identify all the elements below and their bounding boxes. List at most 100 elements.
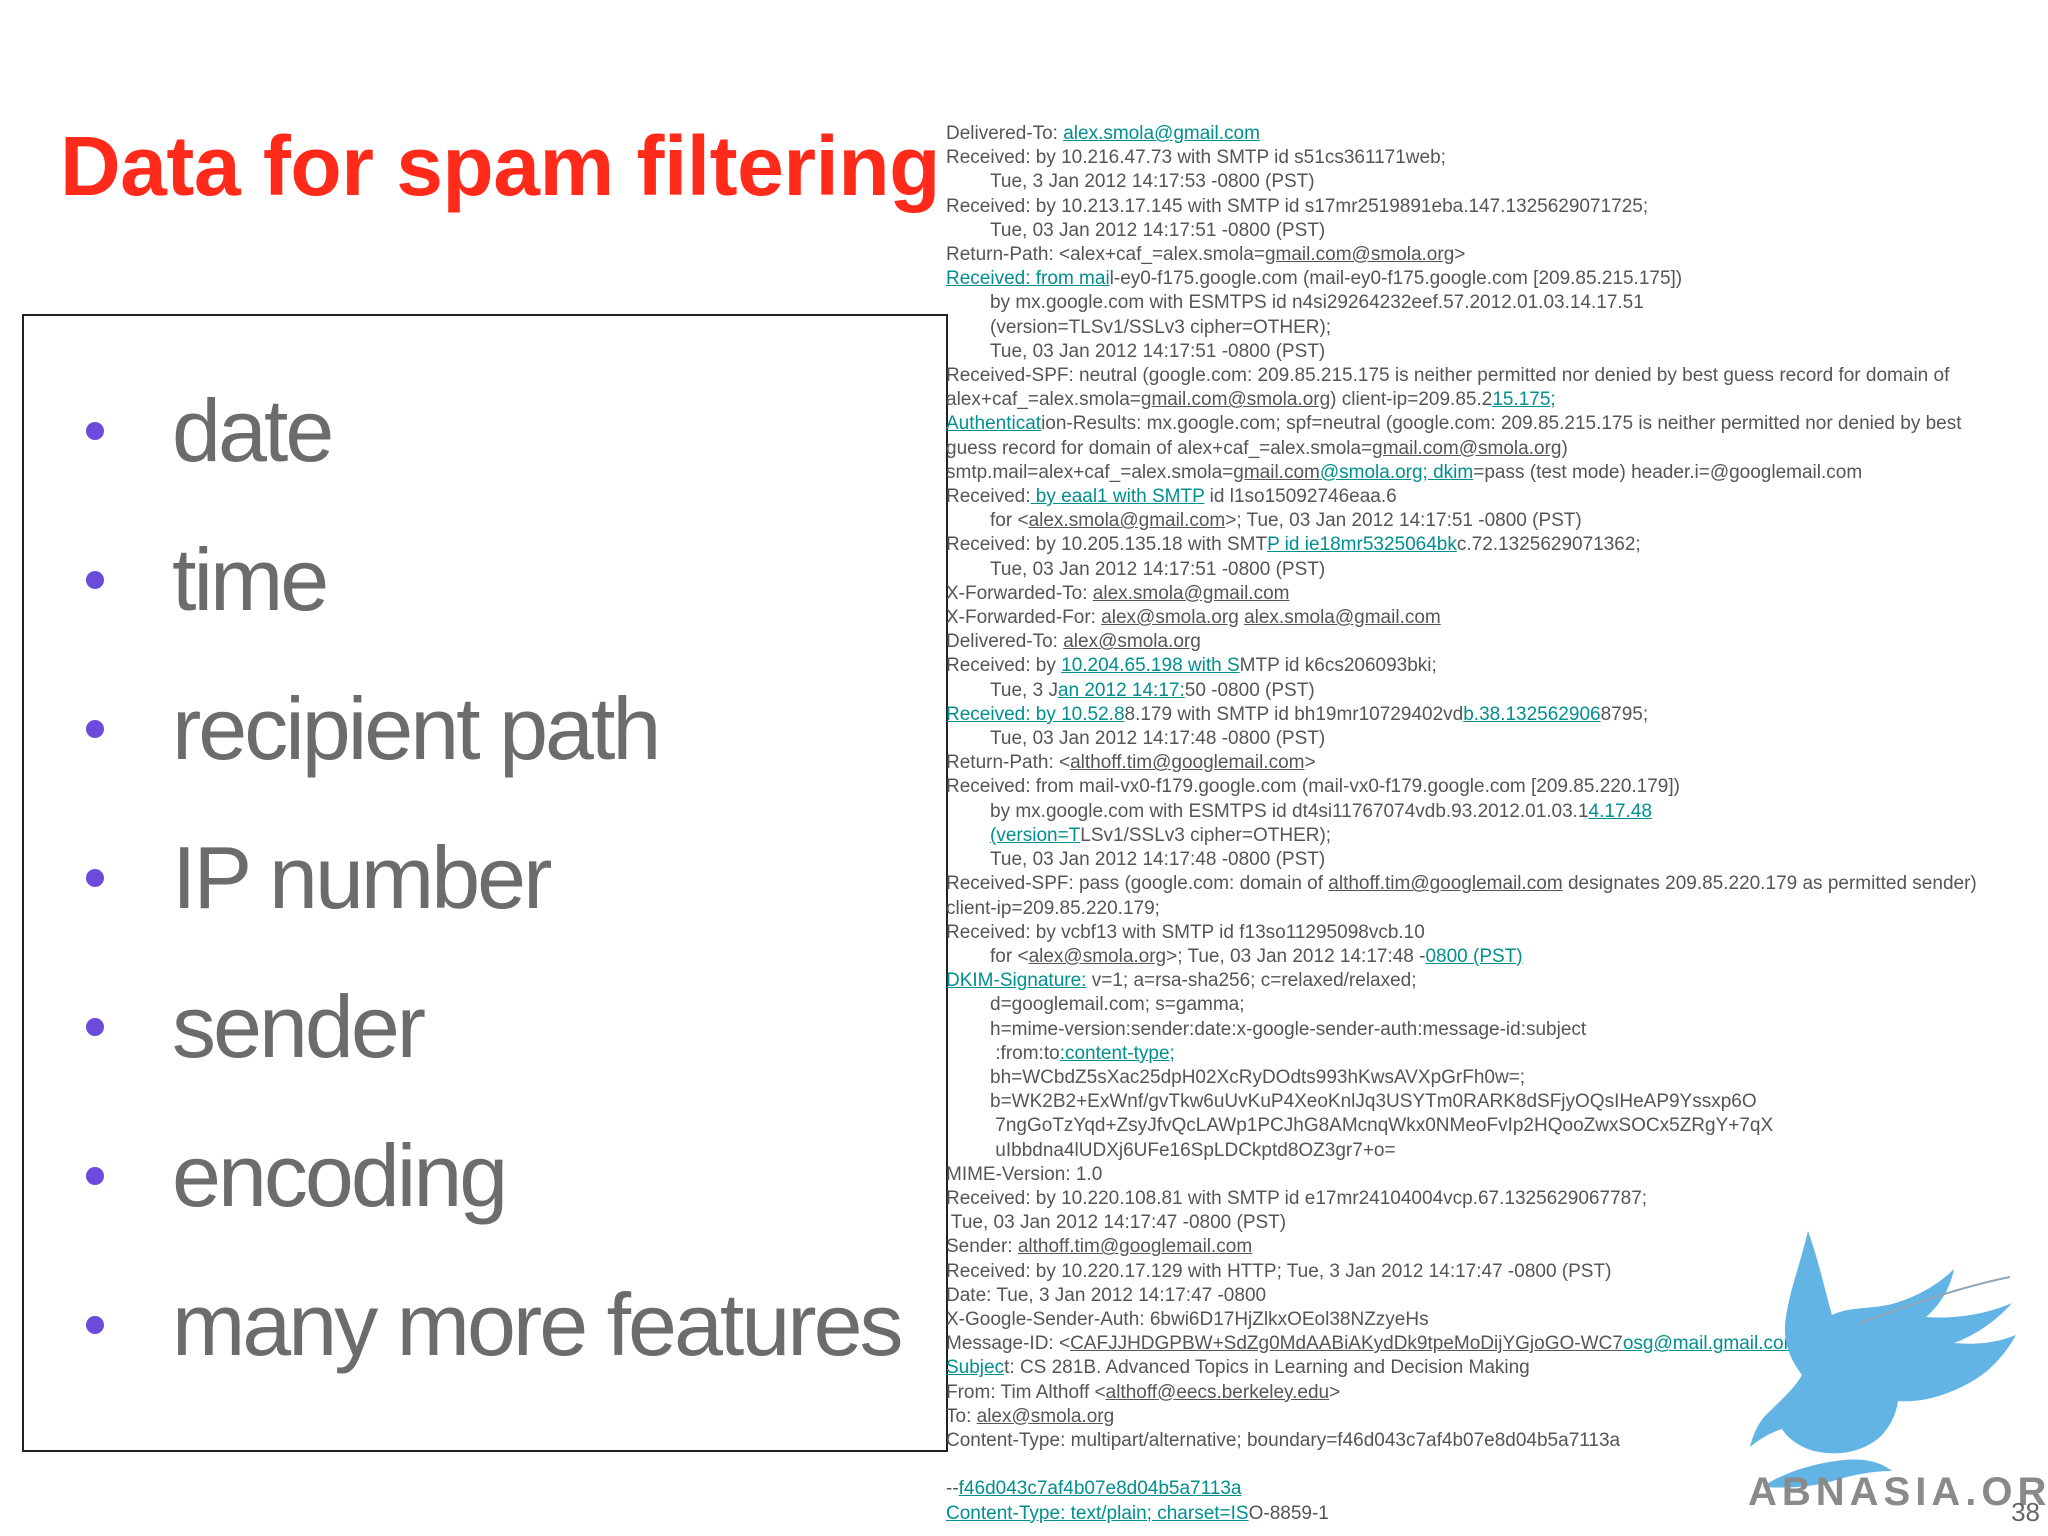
header-email-address[interactable]: CAFJJHDGPBW+SdZg0MdAABiAKydDk9tpeMoDijYG… — [1070, 1333, 1623, 1354]
header-text: ion-Results: mx.google.com; spf=neutral … — [1041, 413, 1962, 435]
header-line: Received: from mail-ey0-f175.google.com … — [946, 267, 2046, 291]
header-text: MTP id k6cs206093bki; — [1239, 655, 1437, 677]
header-text: Tue, 03 Jan 2012 14:17:51 -0800 (PST) — [990, 219, 1326, 241]
header-text: bh=WCbdZ5sXac25dpH02XcRyDOdts993hKwsAVXp… — [990, 1066, 1526, 1088]
header-link[interactable]: f46d043c7af4b07e8d04b5a7113a — [959, 1478, 1242, 1499]
header-email-address[interactable]: gmail.com — [1233, 462, 1320, 483]
header-line: Received: by 10.205.135.18 with SMTP id … — [946, 533, 2046, 557]
feature-item: time — [24, 505, 901, 654]
header-link[interactable]: Content-Type: text/plain; charset=IS — [946, 1503, 1249, 1524]
header-text: alex+caf_=alex.smola= — [946, 389, 1141, 411]
header-link[interactable]: @smola.org; dkim — [1320, 462, 1473, 483]
header-email-address[interactable]: alex.smola@gmail.com — [1029, 510, 1226, 531]
header-line: Tue, 03 Jan 2012 14:17:51 -0800 (PST) — [946, 558, 2046, 582]
header-text: > — [1329, 1381, 1341, 1403]
header-text: c.72.1325629071362; — [1456, 534, 1641, 556]
header-email-address[interactable]: alex@smola.org — [977, 1406, 1115, 1427]
header-email-address[interactable]: alex@smola.org — [1029, 946, 1167, 967]
header-text: Tue, 3 Jan 2012 14:17:53 -0800 (PST) — [990, 171, 1315, 193]
header-text: :from:to — [990, 1042, 1060, 1064]
header-email-address[interactable]: althoff.tim@googlemail.com — [1018, 1236, 1252, 1257]
header-email-address[interactable]: gmail.com@smola.org — [1265, 244, 1454, 265]
header-text: Return-Path: < — [946, 752, 1071, 774]
header-link[interactable]: Received: from mai — [946, 268, 1110, 289]
header-text: >; Tue, 03 Jan 2012 14:17:48 - — [1166, 945, 1426, 967]
header-line: Received: by 10.204.65.198 with SMTP id … — [946, 654, 2046, 678]
header-text: uIbbdna4lUDXj6UFe16SpLDCkptd8OZ3gr7+o= — [990, 1139, 1396, 1161]
feature-text: date — [172, 380, 334, 480]
header-email-address[interactable]: alex@smola.org — [1101, 607, 1239, 628]
header-text: Received: from mail-vx0-f179.google.com … — [946, 776, 1680, 798]
header-text: 8.179 with SMTP id bh19mr10729402vd — [1124, 703, 1464, 725]
header-link[interactable]: P id ie18mr5325064bk — [1267, 534, 1457, 555]
header-text: Received-SPF: neutral (google.com: 209.8… — [946, 365, 1950, 387]
bullet-icon — [86, 421, 104, 440]
header-text: Received-SPF: pass (google.com: domain o… — [946, 873, 1329, 895]
header-text: Tue, 03 Jan 2012 14:17:48 -0800 (PST) — [990, 849, 1326, 871]
header-link[interactable]: 4.17.48 — [1589, 801, 1652, 822]
header-line: Received: by 10.220.108.81 with SMTP id … — [946, 1187, 2046, 1211]
header-link[interactable]: Authenticat — [946, 413, 1041, 434]
header-link[interactable]: b.38.132562906 — [1463, 704, 1600, 725]
header-line: Tue, 3 Jan 2012 14:17:50 -0800 (PST) — [946, 679, 2046, 703]
header-email-address[interactable]: gmail.com@smola.org — [1372, 438, 1561, 459]
header-email-address[interactable]: gmail.com@smola.org — [1141, 389, 1330, 410]
header-text: l-ey0-f175.google.com (mail-ey0-f175.goo… — [1109, 268, 1683, 290]
header-line: Tue, 03 Jan 2012 14:17:51 -0800 (PST) — [946, 219, 2046, 243]
header-link[interactable]: Received: by 10.52.8 — [946, 704, 1125, 725]
header-line: for <alex.smola@gmail.com>; Tue, 03 Jan … — [946, 509, 2046, 533]
header-text: Received: by 10.205.135.18 with SMT — [946, 534, 1268, 556]
header-text: X-Google-Sender-Auth: 6bwi6D17HjZlkxOEol… — [946, 1308, 1429, 1330]
feature-text: encoding — [172, 1125, 508, 1225]
header-link[interactable]: (version=T — [990, 825, 1080, 846]
header-email-address[interactable]: althoff.tim@googlemail.com — [1328, 873, 1562, 894]
header-link[interactable]: :content-type; — [1060, 1043, 1175, 1064]
header-line: Tue, 03 Jan 2012 14:17:51 -0800 (PST) — [946, 340, 2046, 364]
feature-item: sender — [24, 952, 901, 1101]
header-text: ) client-ip=209.85.2 — [1330, 389, 1493, 411]
header-link[interactable]: 10.204.65.198 with S — [1061, 655, 1240, 676]
header-text: by mx.google.com with ESMTPS id n4si2926… — [990, 292, 1644, 314]
header-text: b=WK2B2+ExWnf/gvTkw6uUvKuP4XeoKnlJq3USYT… — [990, 1091, 1757, 1113]
header-text: Tue, 03 Jan 2012 14:17:51 -0800 (PST) — [990, 558, 1326, 580]
header-link[interactable]: an 2012 14:17: — [1058, 680, 1185, 701]
header-text: Received: by — [946, 655, 1062, 677]
header-text: t: CS 281B. Advanced Topics in Learning … — [1004, 1357, 1530, 1379]
header-email-address[interactable]: alex.smola@gmail.com — [1093, 583, 1290, 604]
header-text: > — [1304, 752, 1316, 774]
feature-text: IP number — [172, 827, 552, 927]
header-link[interactable]: by eaal1 with SMTP — [1031, 486, 1205, 507]
header-text: Date: Tue, 3 Jan 2012 14:17:47 -0800 — [946, 1284, 1267, 1306]
header-line: bh=WCbdZ5sXac25dpH02XcRyDOdts993hKwsAVXp… — [946, 1066, 2046, 1090]
header-link[interactable]: 15.175; — [1492, 389, 1555, 410]
feature-item: encoding — [24, 1101, 901, 1250]
header-text: > — [1454, 244, 1466, 266]
header-email-address[interactable]: althoff@eecs.berkeley.edu — [1106, 1382, 1330, 1403]
bullet-icon — [86, 1017, 104, 1036]
header-text: Received: by 10.220.108.81 with SMTP id … — [946, 1187, 1648, 1209]
bullet-icon — [86, 1166, 104, 1185]
feature-list-box: date time recipient path IP number sende… — [22, 314, 948, 1452]
header-line: Received: by 10.216.47.73 with SMTP id s… — [946, 146, 2046, 170]
header-link[interactable]: DKIM-Signature: — [946, 970, 1086, 991]
feature-item: IP number — [24, 803, 901, 952]
header-email-address[interactable]: alex.smola@gmail.com — [1244, 607, 1441, 628]
header-text: by mx.google.com with ESMTPS id dt4si117… — [990, 800, 1589, 822]
header-text — [946, 1454, 951, 1475]
header-email-address[interactable]: althoff.tim@googlemail.com — [1070, 752, 1304, 773]
header-line: (version=TLSv1/SSLv3 cipher=OTHER); — [946, 824, 2046, 848]
header-link[interactable]: alex.smola@gmail.com — [1063, 123, 1260, 144]
header-text: 8795; — [1600, 703, 1649, 725]
header-line: (version=TLSv1/SSLv3 cipher=OTHER); — [946, 316, 2046, 340]
header-line: b=WK2B2+ExWnf/gvTkw6uUvKuP4XeoKnlJq3USYT… — [946, 1090, 2046, 1114]
bullet-icon — [86, 1315, 104, 1334]
header-text: d=googlemail.com; s=gamma; — [990, 994, 1245, 1016]
header-text: Message-ID: < — [946, 1333, 1071, 1355]
feature-text: many more features — [172, 1274, 904, 1374]
header-link[interactable]: Subjec — [946, 1357, 1004, 1378]
header-link[interactable]: 0800 (PST) — [1425, 946, 1522, 967]
header-line: Tue, 3 Jan 2012 14:17:53 -0800 (PST) — [946, 170, 2046, 194]
header-email-address[interactable]: alex@smola.org — [1063, 631, 1201, 652]
griffin-icon — [1750, 1231, 2016, 1488]
header-line: :from:to:content-type; — [946, 1042, 2046, 1066]
